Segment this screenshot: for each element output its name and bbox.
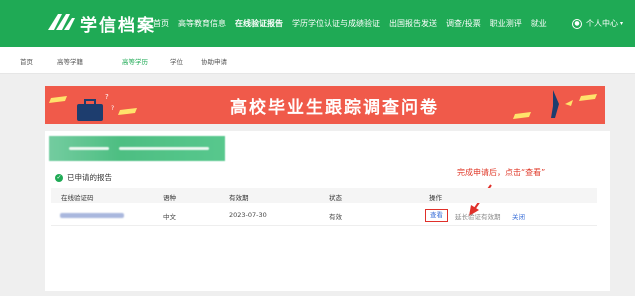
svg-text:?: ? (111, 105, 114, 112)
subnav-degree-record[interactable]: 高等学历 (122, 56, 148, 66)
banner-title: 高校毕业生跟踪调查问卷 (230, 98, 439, 118)
svg-text:?: ? (105, 93, 109, 101)
graduate-figure-icon (551, 90, 559, 118)
sub-navigation: 首页 高等学籍 高等学历 学位 协助申请 (0, 47, 635, 74)
col-status: 状态 (329, 194, 342, 202)
nav-higher-education[interactable]: 高等教育信息 (178, 18, 226, 29)
subnav-home[interactable]: 首页 (20, 56, 33, 66)
subnav-assist-apply[interactable]: 协助申请 (201, 56, 227, 66)
nav-overseas-report[interactable]: 出国报告发送 (389, 18, 437, 29)
blurred-user-info (49, 136, 225, 161)
report-panel: ✓ 已申请的报告 完成申请后，点击“查看” 在线验证码 语种 有效期 状态 操作… (45, 131, 610, 291)
nav-employment[interactable]: 就业 (531, 18, 547, 29)
nav-degree-certification[interactable]: 学历学位认证与成绩验证 (292, 18, 380, 29)
row-language: 中文 (163, 213, 176, 221)
nav-online-verification[interactable]: 在线验证报告 (235, 18, 283, 29)
row-status: 有效 (329, 213, 342, 221)
brand-title[interactable]: 学信档案 (80, 11, 156, 36)
applied-reports-heading: ✓ 已申请的报告 (55, 172, 112, 183)
briefcase-icon (77, 104, 103, 121)
view-button[interactable]: 查看 (425, 209, 448, 222)
row-expiry: 2023-07-30 (229, 211, 267, 219)
logo-icon (48, 14, 75, 30)
close-link[interactable]: 关闭 (512, 211, 525, 221)
col-expiry: 有效期 (229, 194, 249, 202)
extend-validity-link[interactable]: 延长验证有效期 (455, 211, 501, 221)
caret-down-icon: ▾ (619, 20, 623, 27)
col-verification-code: 在线验证码 (61, 194, 94, 202)
user-icon: ● (571, 18, 582, 29)
table-header: 在线验证码 语种 有效期 状态 操作 (51, 188, 597, 203)
account-menu[interactable]: ● 个人中心 ▾ (571, 0, 623, 47)
instruction-annotation: 完成申请后，点击“查看” (457, 168, 546, 177)
check-circle-icon: ✓ (55, 173, 63, 182)
subnav-enrollment[interactable]: 高等学籍 (57, 56, 83, 66)
section-title: 已申请的报告 (67, 173, 112, 182)
main-nav: 首页 高等教育信息 在线验证报告 学历学位认证与成绩验证 出国报告发送 调查/投… (153, 0, 556, 47)
nav-home[interactable]: 首页 (153, 18, 169, 29)
account-label: 个人中心 (585, 19, 618, 28)
subnav-degree[interactable]: 学位 (170, 56, 183, 66)
col-actions: 操作 (429, 194, 442, 202)
survey-banner[interactable]: ? ? 高校毕业生跟踪调查问卷 (45, 86, 605, 124)
top-navigation-bar: 学信档案 首页 高等教育信息 在线验证报告 学历学位认证与成绩验证 出国报告发送… (0, 0, 635, 47)
nav-career-test[interactable]: 职业测评 (490, 18, 522, 29)
nav-survey[interactable]: 调查/投票 (446, 18, 481, 29)
col-language: 语种 (163, 194, 176, 202)
blurred-verification-code (60, 213, 124, 218)
table-row: 中文 2023-07-30 有效 查看 延长验证有效期 关闭 (51, 207, 597, 226)
